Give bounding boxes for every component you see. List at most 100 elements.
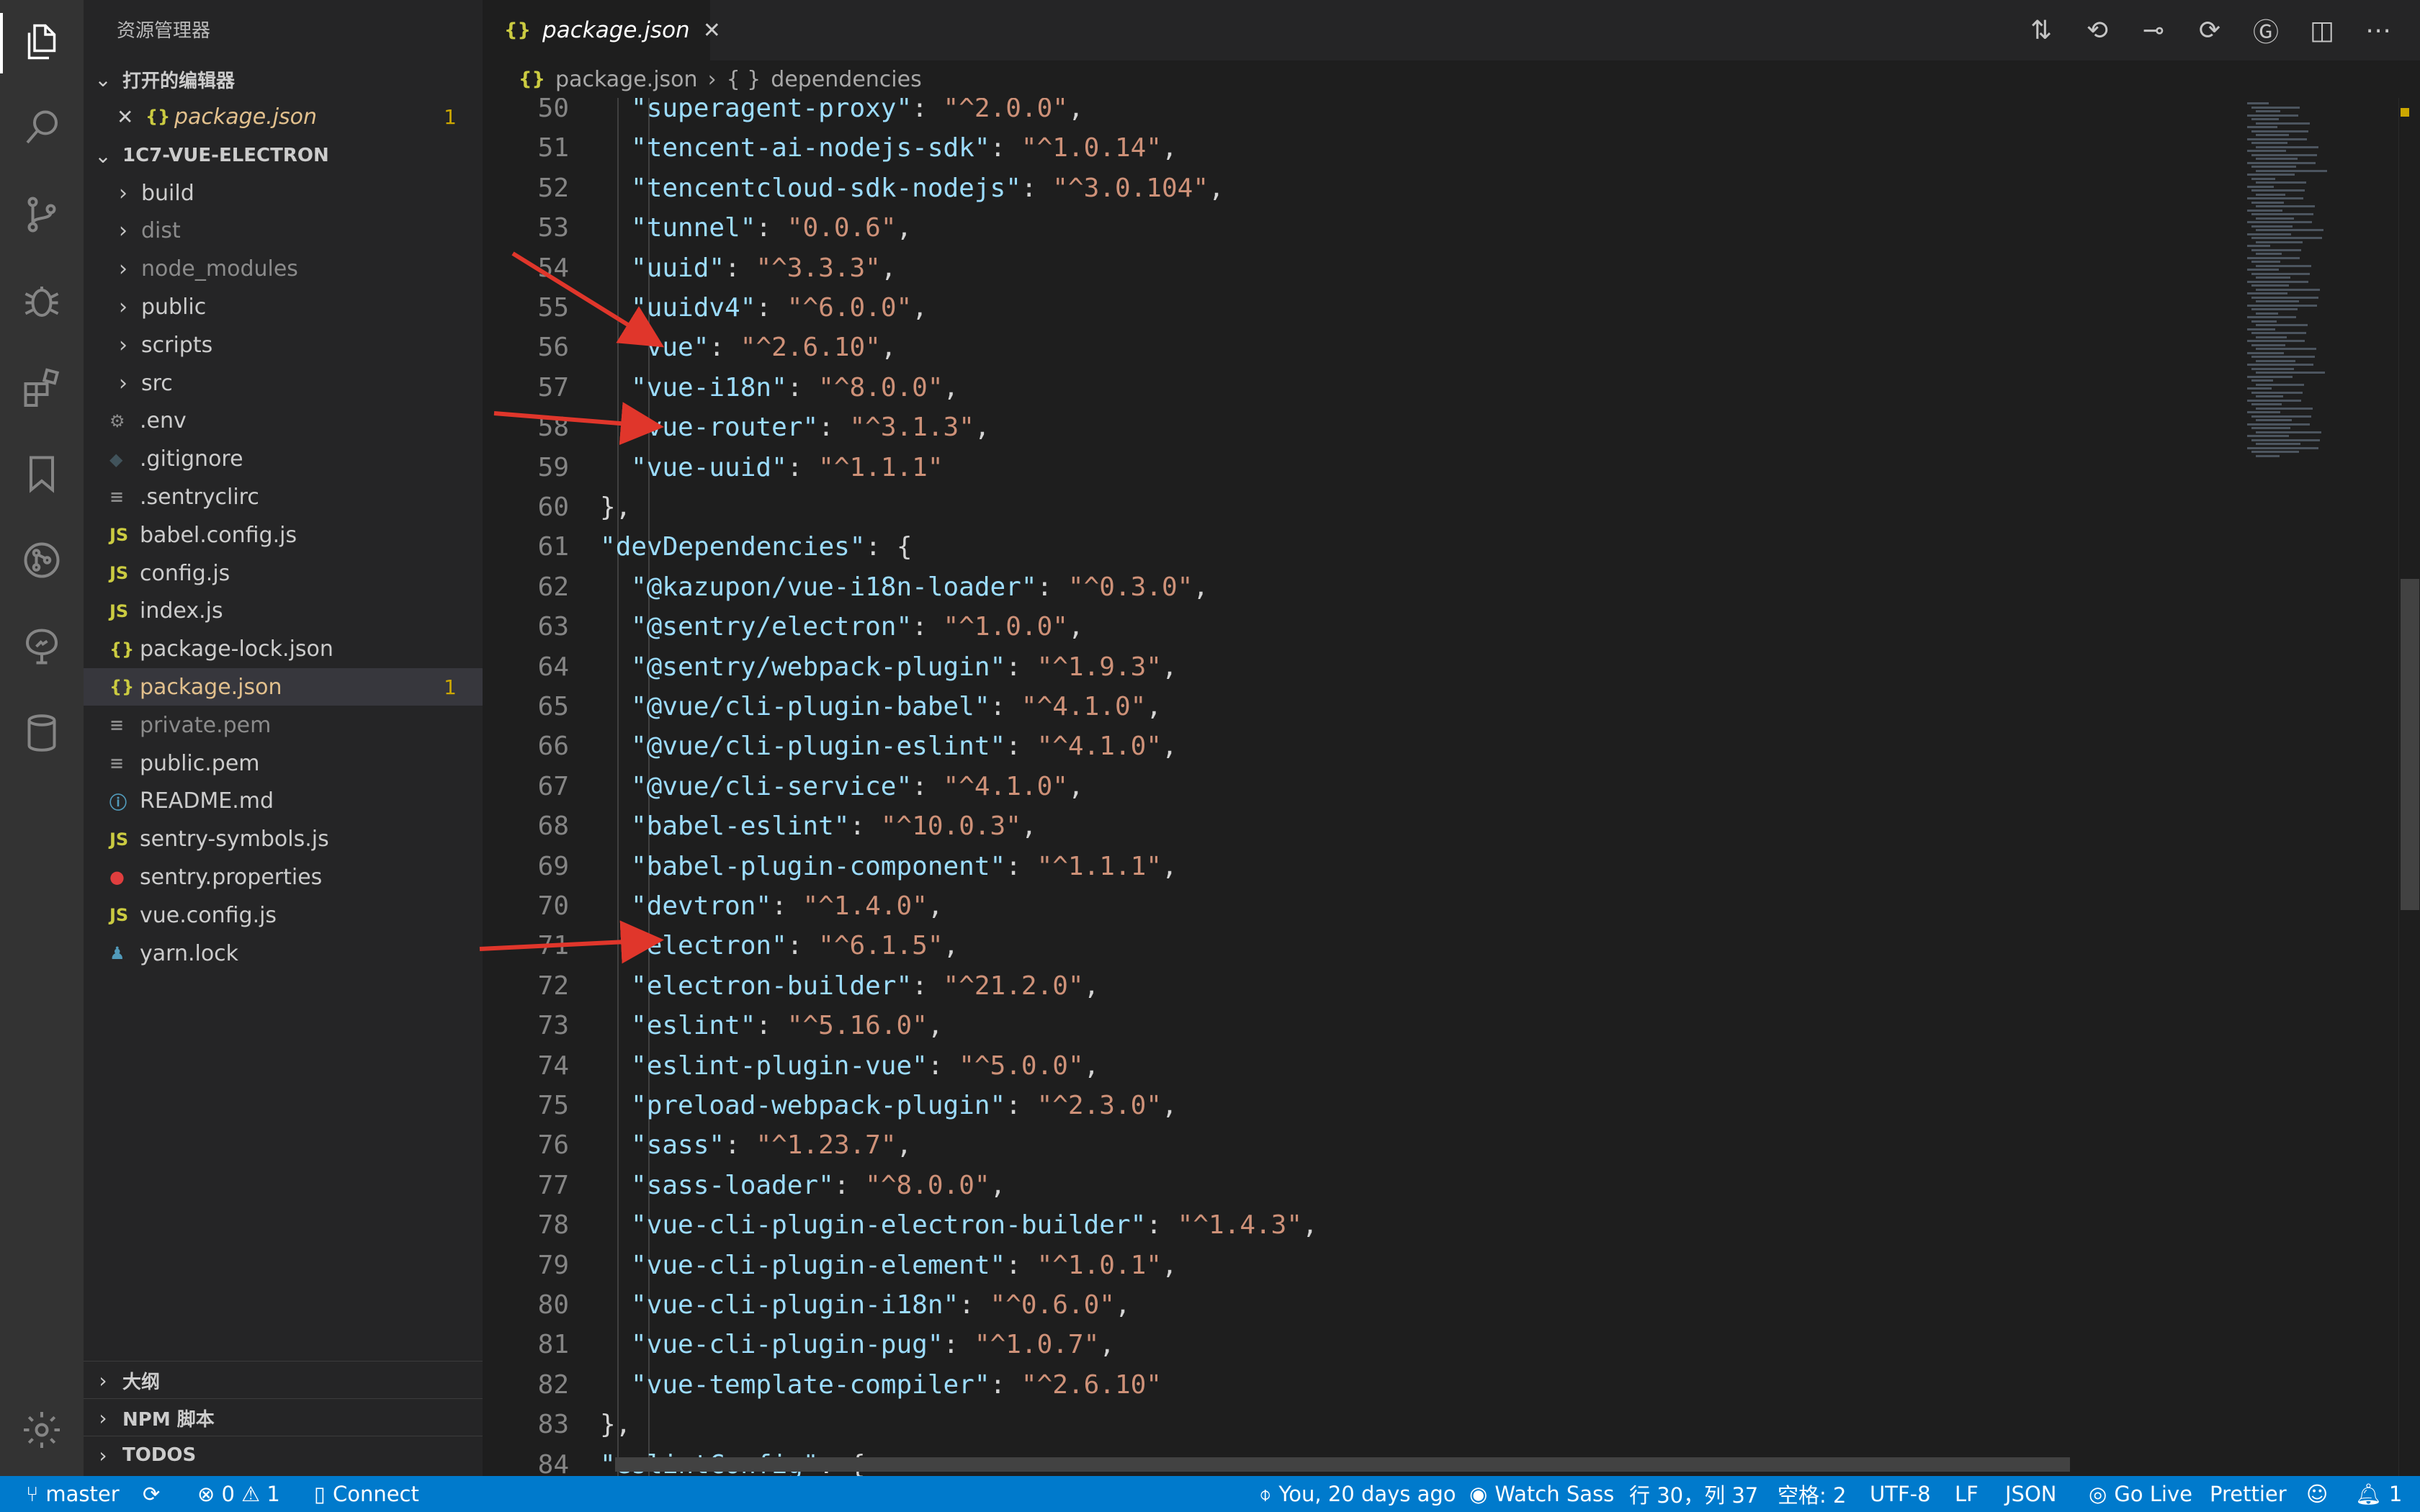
folder-item[interactable]: › build <box>84 174 483 212</box>
close-icon[interactable]: ✕ <box>117 105 145 129</box>
debug-icon[interactable] <box>17 276 66 325</box>
punctuation: }, <box>600 1410 632 1440</box>
file-item[interactable]: ⚙ .env <box>84 402 483 440</box>
json-key: tunnel <box>646 213 740 243</box>
quote: " <box>631 891 647 921</box>
database-icon[interactable] <box>17 708 66 757</box>
code-line: 74 "eslint-plugin-vue": "^5.0.0", <box>483 1046 2240 1086</box>
json-value: ^1.1.1 <box>833 452 928 482</box>
quote: " <box>631 1330 647 1360</box>
file-item[interactable]: ♟ yarn.lock <box>84 935 483 972</box>
scrollbar-thumb[interactable] <box>2401 579 2419 910</box>
next-revision-icon[interactable]: ⟳ <box>2190 13 2230 48</box>
folder-item[interactable]: › node_modules <box>84 251 483 288</box>
file-item[interactable]: JS babel.config.js <box>84 516 483 554</box>
npm-scripts-section[interactable]: › NPM 脚本 <box>84 1398 483 1436</box>
commit-icon[interactable]: ⊸ <box>2133 13 2174 48</box>
horizontal-scrollbar[interactable] <box>615 1457 2070 1472</box>
source-control-icon[interactable] <box>17 190 66 239</box>
file-item[interactable]: JS vue.config.js <box>84 896 483 934</box>
eol-setting[interactable]: LF <box>1955 1482 1978 1506</box>
cursor-position[interactable]: 行 30，列 37 <box>1629 1479 1758 1509</box>
quote: " <box>959 1050 974 1081</box>
sync-button[interactable]: ⟳ <box>143 1482 160 1506</box>
close-icon[interactable]: ✕ <box>703 18 721 43</box>
prettier-button[interactable]: Prettier <box>2210 1482 2287 1506</box>
minimap-line <box>2251 284 2289 287</box>
indentation-setting[interactable]: 空格: 2 <box>1778 1479 1846 1509</box>
prettier-label: Prettier <box>2210 1482 2287 1506</box>
extensions-icon[interactable] <box>17 363 66 412</box>
search-icon[interactable] <box>17 104 66 153</box>
code-content: }, <box>600 487 631 527</box>
outline-section[interactable]: › 大纲 <box>84 1361 483 1399</box>
minimap-line <box>2251 213 2313 215</box>
tree-icon[interactable] <box>17 622 66 671</box>
quote: " <box>709 1130 725 1161</box>
file-item[interactable]: ≡ .sentryclirc <box>84 478 483 516</box>
quote: " <box>849 532 866 562</box>
notifications-button[interactable]: 🔔︎ 1 <box>2355 1482 2402 1507</box>
file-item[interactable]: ≡ public.pem <box>84 744 483 782</box>
punctuation: , <box>927 891 944 921</box>
file-item[interactable]: JS config.js <box>84 554 483 592</box>
explorer-icon[interactable] <box>17 17 66 66</box>
split-editor-icon[interactable]: ◫ <box>2302 13 2342 48</box>
git-blame-indicator[interactable]: ⌽ You, 20 days ago <box>1259 1482 1456 1507</box>
open-editors-header[interactable]: ⌄ 打开的编辑器 <box>84 60 483 98</box>
language-mode[interactable]: JSON <box>2005 1482 2056 1506</box>
punctuation: , <box>1099 1330 1115 1360</box>
problems-indicator[interactable]: ⊗ 0 ⚠ 1 <box>197 1482 280 1506</box>
folder-item[interactable]: › dist <box>84 212 483 250</box>
file-item[interactable]: JS sentry-symbols.js <box>84 821 483 858</box>
breadcrumb-file[interactable]: package.json <box>555 67 698 92</box>
json-value: ^6.1.5 <box>833 931 928 961</box>
open-editor-item[interactable]: ✕ {} package.json 1 <box>84 98 483 135</box>
minimap-line <box>2251 391 2303 394</box>
previous-revision-icon[interactable]: ⟲ <box>2077 13 2118 48</box>
settings-gear-icon[interactable] <box>17 1405 66 1454</box>
breadcrumb-symbol[interactable]: dependencies <box>771 67 921 92</box>
quote: " <box>1099 1290 1115 1320</box>
file-item[interactable]: JS index.js <box>84 593 483 630</box>
vertical-scrollbar[interactable] <box>2398 98 2420 1476</box>
file-item[interactable]: ≡ private.pem <box>84 706 483 744</box>
more-actions-icon[interactable]: ⋯ <box>2358 13 2398 48</box>
git-graph-icon[interactable] <box>17 536 66 585</box>
minimap-line <box>2247 375 2293 378</box>
go-live-button[interactable]: ◎ Go Live <box>2089 1482 2192 1506</box>
code-content: "vue-cli-plugin-element": "^1.0.1", <box>631 1246 1178 1285</box>
folder-item[interactable]: › src <box>84 364 483 402</box>
code-editor[interactable]: 50 "superagent-proxy": "^2.0.0", 51 "tencen… <box>483 98 2240 1476</box>
file-item[interactable]: {} package-lock.json <box>84 631 483 668</box>
quote: " <box>631 173 647 203</box>
json-value: ^0.6.0 <box>1005 1290 1100 1320</box>
minimap-line <box>2247 221 2312 223</box>
encoding-setting[interactable]: UTF-8 <box>1870 1482 1931 1506</box>
json-value: ^8.0.0 <box>880 1170 974 1200</box>
minimap[interactable] <box>2240 98 2398 1476</box>
chevron-right-icon: › <box>119 294 127 320</box>
bookmark-icon[interactable] <box>17 449 66 498</box>
open-changes-icon[interactable]: ⇅ <box>2021 13 2061 48</box>
tab-package-json[interactable]: {} package.json ✕ <box>483 0 721 60</box>
connect-button[interactable]: ▯ Connect <box>314 1482 419 1506</box>
minimap-line <box>2247 161 2316 164</box>
todos-section[interactable]: › TODOS <box>84 1436 483 1474</box>
file-item[interactable]: {} package.json 1 <box>84 668 483 706</box>
file-item[interactable]: ◆ .gitignore <box>84 441 483 478</box>
folder-item[interactable]: › public <box>84 288 483 325</box>
file-item[interactable]: ⓘ README.md <box>84 783 483 820</box>
gitlens-icon[interactable]: Ⓖ <box>2246 13 2286 48</box>
eol-label: LF <box>1955 1482 1978 1506</box>
file-item[interactable]: ● sentry.properties <box>84 858 483 896</box>
feedback-button[interactable]: ☺ <box>2306 1482 2328 1506</box>
watch-sass-button[interactable]: ◉ Watch Sass <box>1469 1482 1614 1506</box>
minimap-line <box>2247 197 2303 199</box>
folder-item[interactable]: › scripts <box>84 326 483 364</box>
minimap-line <box>2256 300 2299 302</box>
project-header[interactable]: ⌄ 1C7-VUE-ELECTRON <box>84 137 483 174</box>
line-number: 74 <box>537 1050 569 1081</box>
quote: " <box>631 1290 647 1320</box>
branch-indicator[interactable]: ⑂ master <box>26 1482 120 1506</box>
